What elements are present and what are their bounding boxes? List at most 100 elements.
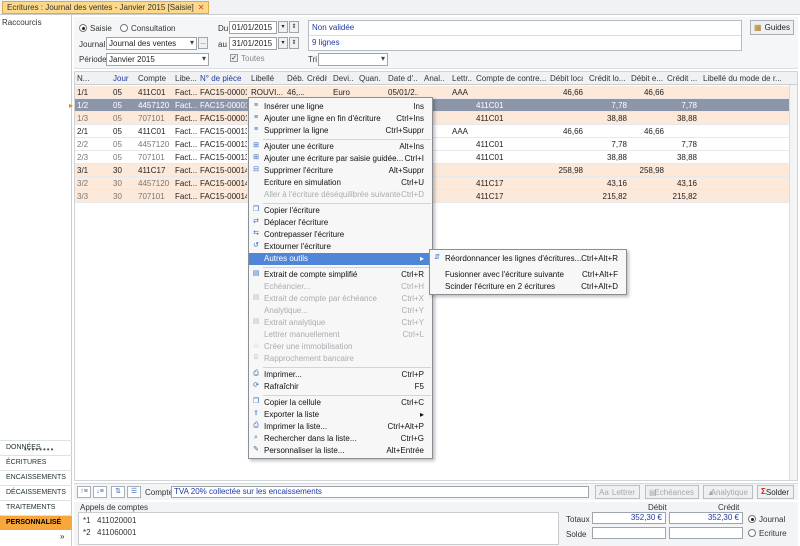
table-cell[interactable]: 38,88 — [667, 153, 697, 162]
table-cell[interactable]: FAC15-00001 — [200, 114, 247, 123]
document-tab[interactable]: Ecritures : Journal des ventes - Janvier… — [2, 1, 210, 14]
menu-item[interactable]: ⇵ Réordonnancer les lignes d'écritures...… — [430, 253, 626, 265]
sidebar-item-decaissements[interactable]: DÉCAISSEMENTS — [0, 485, 72, 500]
menu-item[interactable]: ⊞ Ajouter une écriture par saisie guidée.… — [249, 153, 432, 165]
menu-item[interactable]: ⇄ Déplacer l'écriture — [249, 217, 432, 229]
table-row[interactable]: 2/1 05 411C01 Fact... FAC15-00013 AAA 46,66 46,… — [75, 125, 797, 138]
menu-item[interactable]: ⊞ Ajouter une écriture Alt+Ins — [249, 141, 432, 153]
table-cell[interactable]: 411C17 — [476, 192, 546, 201]
table-cell[interactable]: 3/3 — [77, 192, 89, 201]
table-cell[interactable]: 05 — [113, 140, 130, 149]
move-down-icon[interactable]: ↓≡ — [93, 486, 107, 498]
sidebar-item-donnees[interactable]: DONNÉES — [0, 440, 72, 455]
table-cell[interactable]: 411C01 — [476, 114, 546, 123]
table-cell[interactable]: Fact... — [175, 192, 199, 201]
table-cell[interactable]: FAC15-00013 — [200, 140, 247, 149]
mode-saisie-radio[interactable] — [79, 24, 87, 32]
appel-value[interactable]: 411060001 — [97, 528, 136, 537]
menu-item[interactable]: ≡ Insérer une ligne Ins — [249, 101, 432, 113]
menu-item[interactable]: ⌸ Rapprochement bancaire — [249, 353, 432, 365]
menu-item[interactable]: ⟳ Rafraîchir F5 — [249, 381, 432, 393]
menu-item[interactable]: Ecriture en simulation Ctrl+U — [249, 177, 432, 189]
periode-select[interactable]: Janvier 2015 — [106, 53, 209, 66]
menu-item[interactable]: ▤ Extrait de compte simplifié Ctrl+R — [249, 269, 432, 281]
table-row[interactable]: 1/3 05 707101 Fact... FAC15-00001 411C01 38,88… — [75, 112, 797, 125]
menu-item[interactable]: ❐ Copier l'écriture — [249, 205, 432, 217]
table-cell[interactable]: 1/1 — [77, 88, 89, 97]
move-up-icon[interactable]: ↑≡ — [77, 486, 91, 498]
table-cell[interactable]: 38,88 — [667, 114, 697, 123]
table-cell[interactable]: 707101 — [138, 153, 171, 162]
table-cell[interactable]: 05 — [113, 127, 130, 136]
menu-item[interactable]: ≡ Ajouter une ligne en fin d'écriture Ctrl… — [249, 113, 432, 125]
du-date-field[interactable]: 01/01/2015 — [229, 21, 277, 34]
journal-radio[interactable] — [748, 515, 756, 523]
table-cell[interactable]: 46,66 — [550, 88, 583, 97]
table-cell[interactable]: 215,82 — [667, 192, 697, 201]
table-cell[interactable]: 46,66 — [631, 88, 664, 97]
tri-select[interactable] — [318, 53, 388, 66]
table-cell[interactable]: 707101 — [138, 114, 171, 123]
table-cell[interactable]: 38,88 — [589, 114, 627, 123]
table-cell[interactable]: 30 — [113, 192, 130, 201]
guides-button[interactable]: ▦ Guides — [750, 20, 794, 35]
au-calendar-button[interactable]: ▾ — [278, 37, 288, 49]
table-cell[interactable]: 707101 — [138, 192, 171, 201]
table-cell[interactable]: Fact... — [175, 114, 199, 123]
sidebar-item-encaissements[interactable]: ENCAISSEMENTS — [0, 470, 72, 485]
table-cell[interactable]: 05 — [113, 101, 130, 110]
menu-item[interactable]: ↺ Extourner l'écriture — [249, 241, 432, 253]
ecriture-radio[interactable] — [748, 529, 756, 537]
table-cell[interactable]: 411C01 — [476, 153, 546, 162]
column-header[interactable]: Quan... — [359, 74, 381, 83]
vertical-scrollbar[interactable] — [789, 85, 797, 480]
table-cell[interactable]: Fact... — [175, 127, 199, 136]
close-icon[interactable]: ✕ — [198, 3, 205, 12]
appel-value[interactable]: 411020001 — [97, 516, 136, 525]
column-header[interactable]: Libe... — [175, 74, 199, 83]
menu-item[interactable]: ⎙ Imprimer la liste... Ctrl+Alt+P — [249, 421, 432, 433]
table-cell[interactable]: 46,... — [287, 88, 304, 97]
table-cell[interactable]: 258,98 — [550, 166, 583, 175]
column-header[interactable]: Déb... — [287, 74, 304, 83]
table-cell[interactable]: 4457120 — [138, 179, 171, 188]
table-cell[interactable]: 4457120 — [138, 101, 171, 110]
table-cell[interactable]: 7,78 — [589, 101, 627, 110]
table-cell[interactable]: FAC15-00013 — [200, 153, 247, 162]
table-row[interactable]: 3/3 30 707101 Fact... FAC15-00014 411C17 215,8… — [75, 190, 797, 203]
column-header[interactable]: Débit local — [550, 74, 583, 83]
table-cell[interactable]: Fact... — [175, 153, 199, 162]
table-cell[interactable]: FAC15-00014 — [200, 192, 247, 201]
column-header[interactable]: Devi... — [333, 74, 353, 83]
column-header[interactable]: Compte de contre... — [476, 74, 546, 83]
table-cell[interactable]: 2/3 — [77, 153, 89, 162]
table-cell[interactable]: FAC15-00013 — [200, 127, 247, 136]
menu-item[interactable]: ▤ Extrait analytique Ctrl+Y — [249, 317, 432, 329]
menu-item[interactable]: ⎙ Imprimer... Ctrl+P — [249, 369, 432, 381]
sidebar-item-ecritures[interactable]: ÉCRITURES — [0, 455, 72, 470]
table-cell[interactable]: 1/3 — [77, 114, 89, 123]
table-cell[interactable]: 411C01 — [138, 88, 171, 97]
table-cell[interactable]: AAA — [452, 127, 472, 136]
table-cell[interactable]: 2/1 — [77, 127, 89, 136]
menu-item[interactable]: ⌂ Créer une immobilisation — [249, 341, 432, 353]
menu-item[interactable]: Scinder l'écriture en 2 écritures Ctrl+Al… — [430, 281, 626, 293]
sort-icon[interactable]: ⇅ — [111, 486, 125, 498]
table-cell[interactable]: 46,66 — [631, 127, 664, 136]
chevron-double-right-icon[interactable]: » — [60, 532, 64, 541]
table-cell[interactable]: 411C01 — [476, 140, 546, 149]
table-cell[interactable]: 30 — [113, 166, 130, 175]
menu-item[interactable]: ⌕ Rechercher dans la liste... Ctrl+G — [249, 433, 432, 445]
table-cell[interactable]: 1/2 — [77, 101, 89, 110]
table-cell[interactable]: 38,88 — [589, 153, 627, 162]
table-row[interactable]: 2/2 05 4457120 Fact... FAC15-00013 411C01 7,78… — [75, 138, 797, 151]
table-cell[interactable]: ROUVI... — [251, 88, 284, 97]
table-cell[interactable]: Fact... — [175, 166, 199, 175]
lettrer-button[interactable]: Aa Lettrer — [595, 485, 640, 499]
sidebar-item-traitements[interactable]: TRAITEMENTS — [0, 500, 72, 515]
journal-lookup-button[interactable]: … — [198, 37, 208, 49]
column-header[interactable]: N... — [77, 74, 89, 83]
column-header[interactable]: Débit e... — [631, 74, 664, 83]
menu-item[interactable]: Analytique... Ctrl+Y — [249, 305, 432, 317]
menu-item[interactable]: ⊟ Supprimer l'écriture Alt+Suppr — [249, 165, 432, 177]
